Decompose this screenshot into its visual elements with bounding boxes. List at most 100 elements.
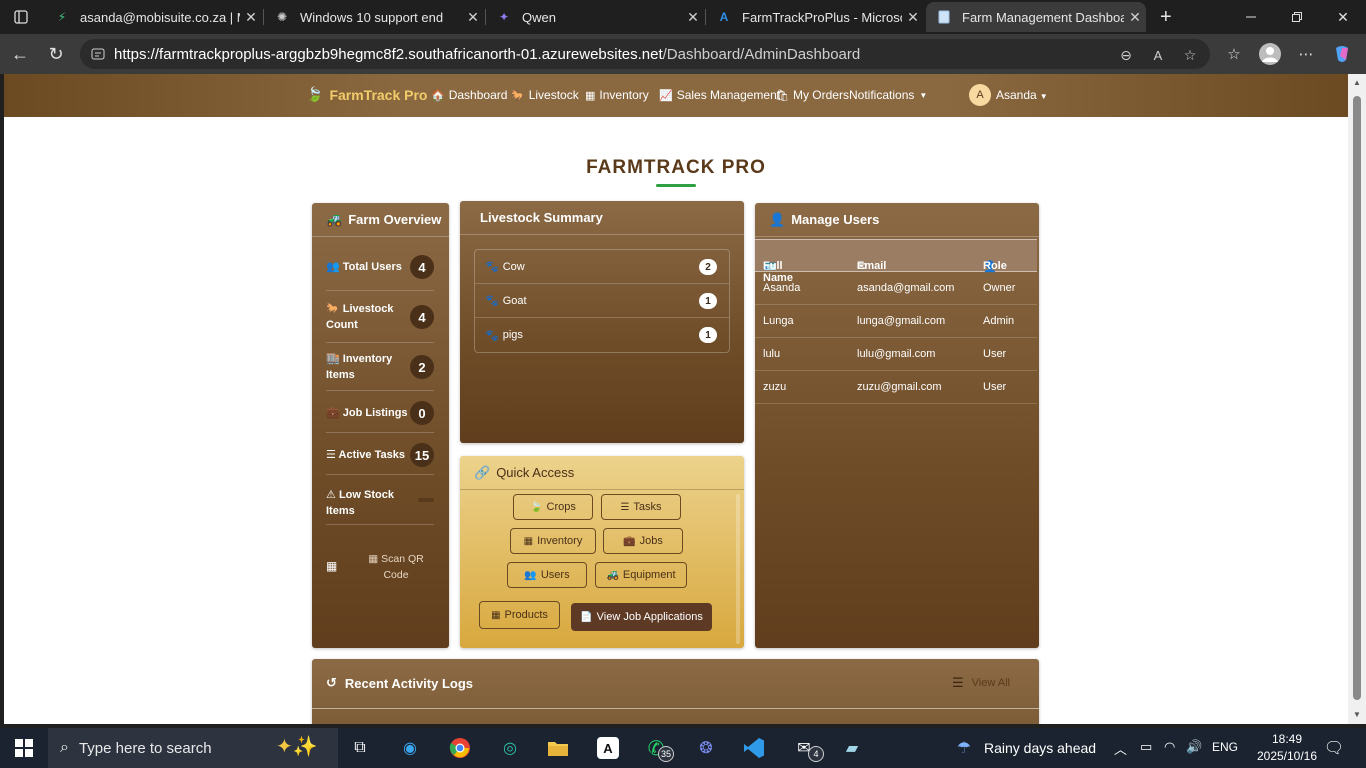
- tab-actions-button[interactable]: [4, 2, 34, 32]
- overview-count-badge: 15: [410, 443, 434, 467]
- profile-icon[interactable]: [1258, 42, 1282, 66]
- show-hidden-icons-icon[interactable]: ︿: [1114, 739, 1127, 758]
- scroll-up-icon[interactable]: ▲: [1352, 78, 1362, 87]
- wifi-icon[interactable]: ◠: [1164, 739, 1175, 755]
- chrome-taskbar-button[interactable]: [446, 734, 474, 762]
- horse-icon: 🐎: [511, 89, 525, 102]
- task-view-button[interactable]: ⧉: [346, 734, 374, 762]
- page-icon: [936, 9, 952, 25]
- jobs-button[interactable]: 💼 Jobs: [603, 528, 683, 554]
- quick-access-scrollbar[interactable]: [736, 494, 740, 644]
- avatar[interactable]: A: [969, 84, 991, 106]
- close-window-button[interactable]: ✕: [1320, 0, 1366, 34]
- user-menu[interactable]: Asanda ▼: [996, 88, 1048, 102]
- copilot-icon[interactable]: [1330, 42, 1354, 66]
- scan-qr-button[interactable]: ▦ ▦ Scan QR Code: [326, 551, 436, 591]
- view-all-link[interactable]: ☰ View All: [952, 675, 1010, 691]
- file-explorer-taskbar-button[interactable]: [544, 734, 572, 762]
- nav-inventory[interactable]: ▦ Inventory: [585, 88, 649, 102]
- weather-icon[interactable]: ☂: [950, 734, 978, 762]
- notes-taskbar-button[interactable]: ▰: [838, 734, 866, 762]
- restore-button[interactable]: [1274, 0, 1320, 34]
- page-scrollbar[interactable]: ▲ ▼: [1348, 74, 1366, 724]
- tab-qwen[interactable]: ✦ Qwen ✕: [486, 2, 704, 32]
- edge-dev-taskbar-button[interactable]: ◉: [396, 734, 424, 762]
- tasks-icon: ☰: [620, 501, 630, 513]
- tab-azure[interactable]: A FarmTrackProPlus - Microsoft ✕: [706, 2, 924, 32]
- close-tab-icon[interactable]: ✕: [462, 9, 484, 26]
- url-bar[interactable]: https://farmtrackproplus-arggbzb9hegmc8f…: [80, 39, 1210, 69]
- start-button[interactable]: [10, 734, 38, 762]
- url-host: https://farmtrackproplus-arggbzb9hegmc8f…: [114, 46, 663, 63]
- favorite-star-icon[interactable]: ☆: [1180, 45, 1200, 65]
- close-tab-icon[interactable]: ✕: [902, 9, 924, 26]
- language-indicator[interactable]: ENG: [1212, 740, 1238, 754]
- users-button[interactable]: 👥 Users: [507, 562, 587, 588]
- table-row: Lunga lunga@gmail.com Admin: [755, 305, 1037, 338]
- button-label: Inventory: [537, 535, 583, 547]
- clock-date[interactable]: 2025/10/16: [1250, 749, 1324, 763]
- livestock-item: 🐾 pigs 1: [475, 318, 729, 352]
- app-taskbar-button[interactable]: A: [594, 734, 622, 762]
- overview-label-text: Low Stock: [338, 489, 394, 501]
- nav-sales-management[interactable]: 📈 Sales Management: [659, 88, 780, 102]
- tab-farm-dashboard[interactable]: Farm Management Dashboard ✕: [926, 2, 1146, 32]
- products-button[interactable]: ▦ Products: [479, 601, 560, 629]
- zoom-icon[interactable]: ⊖: [1116, 45, 1136, 65]
- crops-button[interactable]: 🍃 Crops: [513, 494, 593, 520]
- whatsapp-badge: 35: [658, 746, 674, 762]
- more-options-icon[interactable]: ⋯: [1294, 42, 1318, 66]
- tab-mobisuite[interactable]: ⚡ asanda@mobisuite.co.za | Mo ✕: [44, 2, 262, 32]
- nav-my-orders[interactable]: 🛍 My Orders: [775, 88, 849, 102]
- brand-link[interactable]: 🍃 FarmTrack Pro: [306, 86, 428, 103]
- ai-app-taskbar-button[interactable]: ❂: [692, 734, 720, 762]
- inventory-button[interactable]: ▦ Inventory: [510, 528, 596, 554]
- scan-qr-text: Scan QR: [381, 553, 424, 565]
- umbrella-icon: ☂: [956, 740, 972, 757]
- notification-center-button[interactable]: 🗨: [1320, 734, 1348, 762]
- read-aloud-icon[interactable]: A: [1148, 45, 1168, 65]
- view-job-applications-button[interactable]: 📄 View Job Applications: [571, 603, 712, 631]
- taskbar-search[interactable]: ⌕ Type here to search ✦✨: [48, 728, 338, 768]
- new-tab-button[interactable]: +: [1150, 2, 1180, 32]
- nav-notifications[interactable]: Notifications ▼: [849, 88, 927, 102]
- livestock-count-badge: 1: [699, 293, 717, 309]
- weather-text[interactable]: Rainy days ahead: [984, 740, 1096, 756]
- close-tab-icon[interactable]: ✕: [682, 9, 704, 26]
- minimize-button[interactable]: [1228, 0, 1274, 34]
- scroll-down-icon[interactable]: ▼: [1352, 710, 1362, 719]
- title-underline: [656, 184, 696, 187]
- tab-windows-support[interactable]: ✺ Windows 10 support end ✕: [264, 2, 484, 32]
- nav-dashboard[interactable]: 🏠 Dashboard: [431, 88, 507, 102]
- edge-taskbar-button[interactable]: ◎: [496, 734, 524, 762]
- back-button[interactable]: ←: [2, 34, 38, 74]
- button-label: Products: [504, 609, 548, 621]
- app-a-icon: A: [597, 737, 619, 759]
- scrollbar-thumb[interactable]: [1353, 96, 1361, 700]
- close-tab-icon[interactable]: ✕: [240, 9, 262, 26]
- livestock-count-badge: 1: [699, 327, 717, 343]
- vscode-icon: [744, 738, 764, 758]
- history-icon: ↺: [326, 675, 337, 690]
- volume-icon[interactable]: 🔊: [1186, 739, 1202, 755]
- site-info-icon[interactable]: [90, 46, 106, 62]
- tasks-button[interactable]: ☰ Tasks: [601, 494, 681, 520]
- clock-time[interactable]: 18:49: [1250, 732, 1324, 746]
- table-row: lulu lulu@gmail.com User: [755, 338, 1037, 371]
- livestock-name: Cow: [502, 260, 525, 273]
- equipment-button[interactable]: 🚜 Equipment: [595, 562, 687, 588]
- nav-label: My Orders: [792, 88, 849, 102]
- battery-icon[interactable]: ▭: [1140, 739, 1152, 755]
- overview-label-text: Total Users: [342, 261, 402, 273]
- refresh-button[interactable]: ↻: [38, 34, 74, 74]
- favorites-icon[interactable]: ☆: [1222, 42, 1246, 66]
- edge-icon: ◉: [403, 740, 417, 757]
- nav-livestock[interactable]: 🐎 Livestock: [511, 88, 579, 102]
- list-icon: ☰: [952, 675, 964, 690]
- vscode-taskbar-button[interactable]: [740, 734, 768, 762]
- close-tab-icon[interactable]: ✕: [1124, 9, 1146, 26]
- home-icon: 🏠: [431, 89, 445, 102]
- shopping-bag-icon: 🛍: [775, 89, 789, 102]
- back-arrow-icon: ←: [11, 43, 29, 64]
- card-title: Quick Access: [496, 465, 575, 480]
